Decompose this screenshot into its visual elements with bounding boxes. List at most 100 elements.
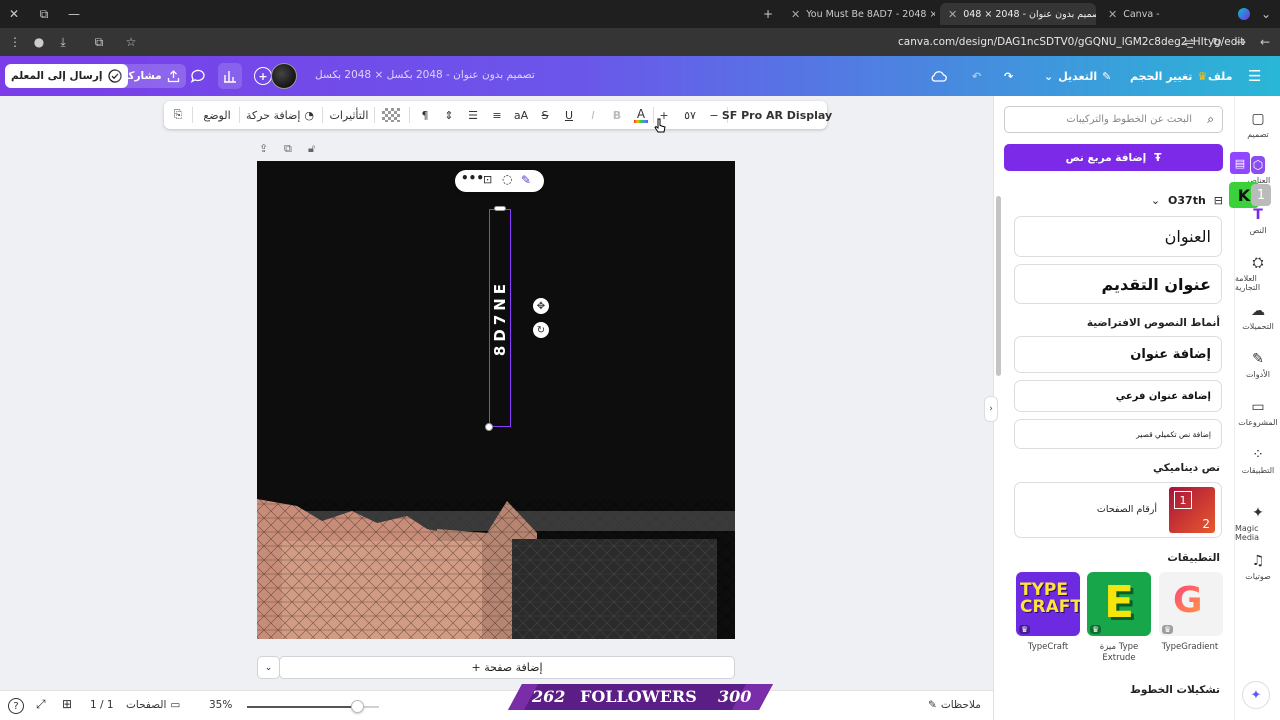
italic-icon[interactable]: I [584,105,602,125]
align-center-icon[interactable]: ≡ [488,105,506,125]
back-icon[interactable]: ← [1256,33,1274,51]
redo-icon[interactable]: ↷ [1004,63,1013,89]
lock-page-icon[interactable]: 🔓︎ [308,142,315,156]
brand-font-selector[interactable]: ⌄ O37th ⊟ [1004,191,1223,209]
bold-icon[interactable]: B [608,105,626,125]
close-tab-icon[interactable]: ✕ [948,8,957,21]
file-menu-button[interactable]: ملف [1208,63,1232,89]
tab-pinned-canva[interactable] [1232,3,1256,25]
effects-button[interactable]: التأثيرات [329,105,369,125]
move-handle-icon[interactable]: ✥ [533,298,549,314]
text-color-icon[interactable]: A [632,105,650,125]
edit-mode-dropdown[interactable]: ⌄ التعديل ✎ [1044,63,1111,89]
add-page-button[interactable]: + إضافة صفحة [279,656,735,679]
letter-case-icon[interactable]: aA [512,105,530,125]
typegradient-app-tile[interactable]: G ♛ [1159,572,1223,636]
pages-button[interactable]: الصفحات ▭ [126,699,180,711]
rail-audio[interactable]: ♫ صوتيات [1235,552,1280,581]
heading-style-card[interactable]: العنوان [1014,216,1222,257]
add-animation-button[interactable]: إضافة حركة ◔ [246,105,314,125]
resize-handle-bottom-left[interactable] [485,423,493,431]
tab-untitled-design[interactable]: ✕ تصميم بدون عنوان - 2048 × 048 [940,3,1096,25]
magic-assistant-icon[interactable]: ✦ [1242,681,1270,709]
position-button[interactable]: الوضع [200,105,234,125]
hamburger-menu-icon[interactable]: ☰ [1248,63,1261,89]
underline-icon[interactable]: U [560,105,578,125]
add-textbox-button[interactable]: إضافة مربع نص Ŧ [1004,144,1223,171]
document-title[interactable]: تصميم بدون عنوان - 2048 بكسل × 2048 بكسل [315,69,535,81]
download-icon[interactable]: ⤓ [54,33,72,51]
grid-view-icon[interactable]: ⊞ [62,697,72,711]
resize-handle-top[interactable] [494,206,506,211]
restore-window-icon[interactable]: ⧉ [34,4,54,24]
rail-brand[interactable]: ⛭ العلامة التجارية [1235,254,1280,292]
rail-design[interactable]: ▢ تصميم [1235,110,1280,139]
transparency-icon[interactable] [382,108,400,122]
close-tab-icon[interactable]: ✕ [791,8,800,21]
font-size-field[interactable]: ٥٧ [676,105,704,125]
close-tab-icon[interactable]: ✕ [1108,8,1117,21]
panel-scrollbar[interactable] [996,196,1001,376]
share-page-icon[interactable]: ⇪ [259,142,268,155]
zoom-slider-knob[interactable] [351,700,364,713]
minimize-window-icon[interactable]: — [64,4,84,24]
rail-apps[interactable]: ⁘ التطبيقات [1235,446,1280,475]
font-family-dropdown[interactable]: SF Pro AR Display [722,105,832,125]
user-avatar[interactable] [271,63,297,89]
fullscreen-icon[interactable]: ⤢ [36,697,46,712]
text-direction-icon[interactable]: ¶ [416,105,434,125]
tab-canva[interactable]: ✕ Canva - [1100,3,1178,25]
duplicate-page-icon[interactable]: ⧉ [284,142,292,156]
font-search-input[interactable]: البحث عن الخطوط والتركيبات ⌕ [1004,106,1223,133]
list-icon[interactable]: ☰ [464,105,482,125]
pages-expand-icon[interactable]: ⌄ [257,656,280,679]
font-size-decrease-button[interactable]: − [706,105,722,125]
new-tab-icon[interactable]: + [758,4,778,24]
insights-chart-icon[interactable] [218,63,242,89]
rail-tools[interactable]: ✎ الأدوات [1235,350,1280,379]
close-window-icon[interactable]: ✕ [4,4,24,24]
intro-heading-style-card[interactable]: عنوان التقديم [1014,264,1222,304]
vertical-text-element[interactable]: 8D7NE [489,209,511,427]
undo-icon[interactable]: ↶ [972,63,981,89]
help-icon[interactable]: ? [8,698,24,714]
share-button[interactable]: مشاركة [116,64,186,88]
typecraft-app-tile[interactable]: TYPE CRAFT ♛ [1016,572,1080,636]
resize-button[interactable]: تغيير الحجم ♛ [1130,63,1207,89]
rail-label: العلامة التجارية [1235,274,1261,292]
site-settings-icon[interactable]: ⇌ [1180,33,1198,51]
send-to-teacher-button[interactable]: إرسال إلى المعلم [5,64,128,88]
tab-search-icon[interactable]: ⌄ [1256,4,1276,24]
add-collaborator-icon[interactable]: + [254,67,272,85]
add-body-text-card[interactable]: إضافة نص تكميلي قصير [1014,419,1222,449]
rail-magic-media[interactable]: ✦ Magic Media [1235,504,1280,542]
tab-you-must-be[interactable]: ✕ You Must Be 8AD7 - 2048 × 20 [783,3,935,25]
add-heading-card[interactable]: إضافة عنوان [1014,336,1222,373]
collapse-panel-icon[interactable]: › [984,396,998,422]
rotate-handle-icon[interactable]: ↻ [533,322,549,338]
page-numbers-card[interactable]: أرقام الصفحات 1 2 [1014,482,1222,538]
magic-edit-icon[interactable]: ✎ [521,173,531,187]
menu-dots-icon[interactable]: ⋮ [6,33,24,51]
comment-add-icon[interactable]: ◌ [502,172,512,186]
reload-icon[interactable]: ↻ [1208,33,1226,51]
cloud-sync-icon[interactable] [930,63,947,89]
rail-uploads[interactable]: ☁ التحميلات [1235,302,1280,331]
rail-projects[interactable]: ▭ المشروعات [1235,398,1280,427]
extensions-icon[interactable]: ⧉ [90,33,108,51]
lock-element-icon[interactable]: ⊡ [483,173,492,186]
bookmark-star-icon[interactable]: ☆ [122,33,140,51]
forward-icon[interactable]: → [1232,33,1250,51]
text-spacing-icon[interactable]: ⇕ [440,105,458,125]
zoom-slider[interactable] [247,700,379,713]
more-options-icon[interactable]: ••• [461,171,484,185]
strikethrough-icon[interactable]: S [536,105,554,125]
notes-button[interactable]: ✎ ملاحظات [928,699,981,711]
type-extrude-app-tile[interactable]: E ♛ [1087,572,1151,636]
add-subheading-card[interactable]: إضافة عنوان فرعي [1014,380,1222,412]
rail-text[interactable]: T النص [1235,206,1280,235]
profile-icon[interactable]: ● [30,33,48,51]
paint-format-icon[interactable]: ⎘ [168,105,188,125]
comment-icon[interactable] [190,63,206,89]
zoom-level[interactable]: 35% [209,699,232,711]
